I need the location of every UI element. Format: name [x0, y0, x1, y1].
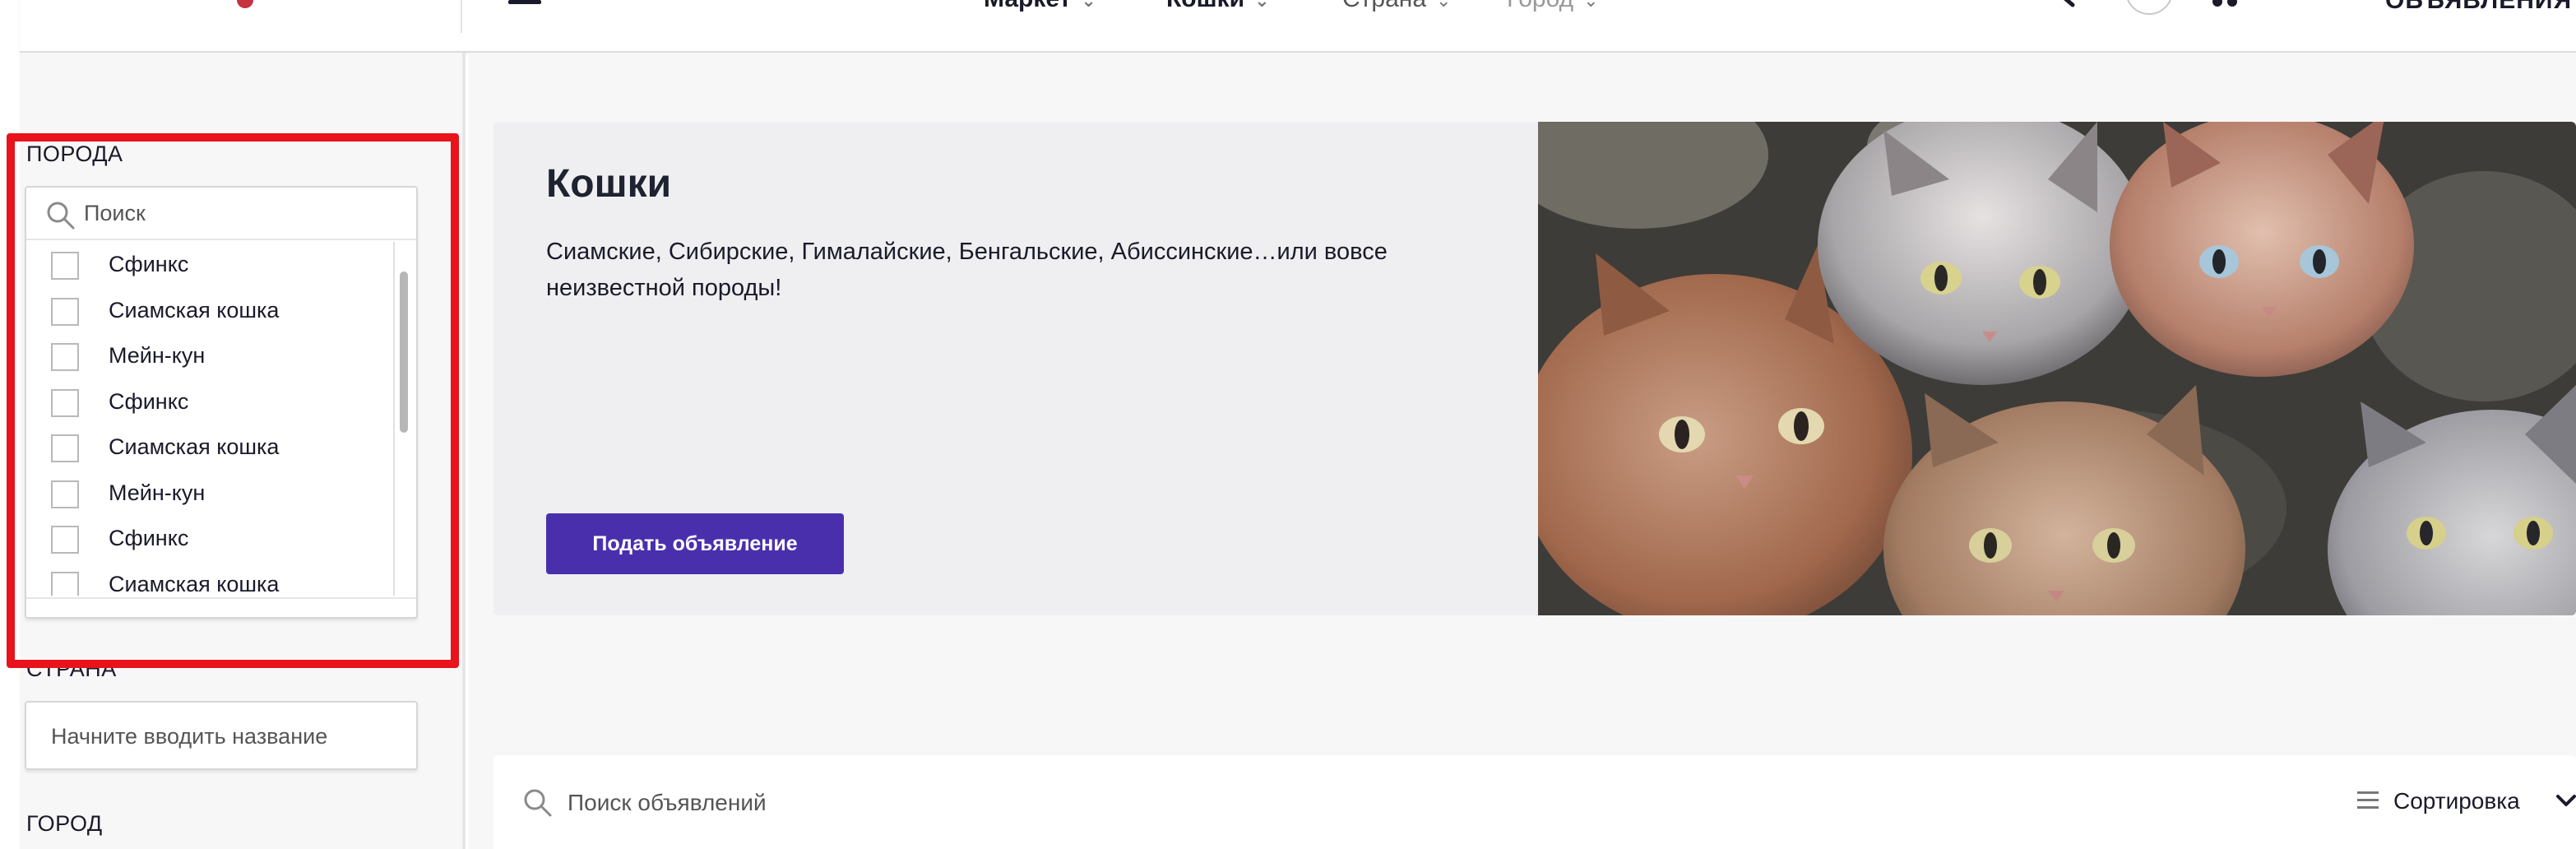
nav-item-label: Кошки	[1166, 0, 1244, 12]
cats-painted-stones-image	[1538, 122, 2576, 615]
category-hero-banner: Кошки Сиамские, Сибирские, Гималайские, …	[493, 122, 2576, 615]
city-filter-label: ГОРОД	[26, 811, 103, 836]
nav-item-label: Маркет	[984, 0, 1071, 12]
sort-lines-icon	[2357, 791, 2379, 810]
highlight-annotation-box	[7, 133, 459, 668]
listing-toolbar: Поиск объявлений Сортировка	[493, 755, 2576, 849]
category-description: Сиамские, Сибирские, Гималайские, Бенгал…	[546, 239, 1388, 301]
listing-search-input[interactable]: Поиск объявлений	[568, 790, 767, 816]
nav-item-cats[interactable]: Кошки ⌄	[1166, 0, 1270, 13]
chevron-down-icon: ⌄	[1583, 0, 1599, 11]
country-input-field[interactable]: Начните вводить название	[25, 701, 418, 770]
page-title: Кошки	[546, 162, 672, 206]
post-ad-button[interactable]: Подать объявление	[546, 513, 844, 574]
top-navigation-bar: Маркет ⌄ Кошки ⌄ Страна ⌄ Город ⌄ ОБЪЯВЛЕНИЯ…	[20, 0, 2576, 53]
nav-item-country[interactable]: Страна ⌄	[1342, 0, 1451, 13]
sort-label: Сортировка	[2393, 788, 2520, 814]
main-content: Кошки Сиамские, Сибирские, Гималайские, …	[469, 53, 2576, 849]
logo[interactable]	[237, 0, 253, 8]
nav-item-market[interactable]: Маркет ⌄	[984, 0, 1096, 13]
header-divider	[461, 0, 462, 33]
ads-menu-label: ОБЪЯВЛЕНИЯ	[2385, 0, 2573, 14]
cart-icon[interactable]	[2209, 0, 2242, 13]
nav-item-city[interactable]: Город ⌄	[1507, 0, 1599, 13]
nav-item-label: Город	[1507, 0, 1573, 12]
nav-item-label: Страна	[1342, 0, 1426, 12]
ads-menu-button[interactable]: ОБЪЯВЛЕНИЯ⌄	[2385, 0, 2576, 15]
chevron-down-icon: ⌄	[1081, 0, 1096, 11]
user-avatar[interactable]	[2125, 0, 2173, 15]
country-input[interactable]: Начните вводить название	[51, 724, 327, 749]
chevron-down-icon	[2556, 795, 2576, 806]
menu-icon[interactable]	[490, 0, 541, 12]
chevron-down-icon: ⌄	[1436, 0, 1452, 11]
search-icon[interactable]	[2053, 0, 2086, 10]
chevron-down-icon: ⌄	[1254, 0, 1270, 11]
search-icon	[524, 789, 552, 817]
